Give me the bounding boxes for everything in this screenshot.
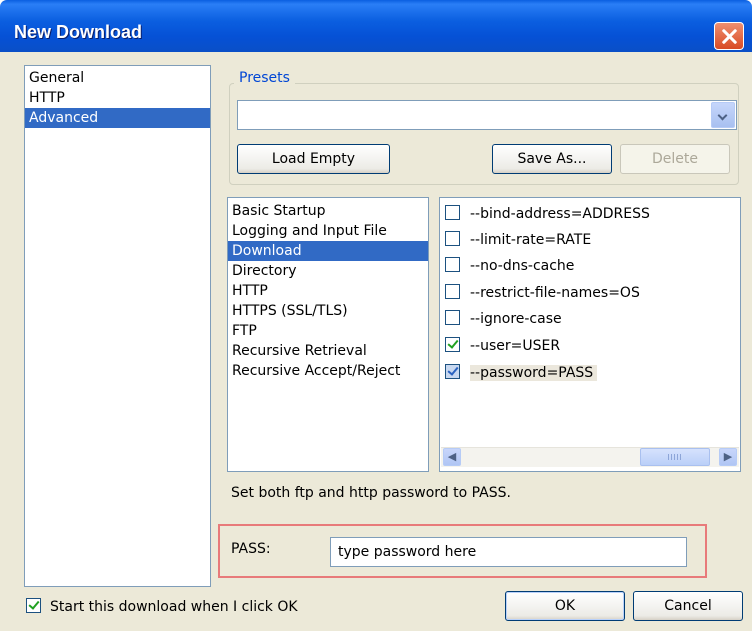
- start-download-option[interactable]: Start this download when I click OK: [26, 597, 298, 617]
- section-item-https[interactable]: HTTPS (SSL/TLS): [228, 301, 428, 321]
- option-label: --no-dns-cache: [470, 258, 575, 274]
- option-label: --restrict-file-names=OS: [470, 285, 640, 301]
- option-label: --user=USER: [470, 338, 561, 354]
- option-label: --password=PASS: [470, 365, 598, 381]
- pass-label: PASS:: [231, 541, 271, 557]
- option-bind-address[interactable]: --bind-address=ADDRESS: [445, 202, 735, 226]
- chevron-down-icon[interactable]: [711, 102, 735, 128]
- presets-legend: Presets: [234, 70, 295, 86]
- option-label: --bind-address=ADDRESS: [470, 206, 650, 222]
- section-item-download[interactable]: Download: [228, 241, 428, 261]
- option-ignore-case[interactable]: --ignore-case: [445, 307, 735, 331]
- start-download-checkbox[interactable]: [26, 598, 41, 613]
- start-download-label: Start this download when I click OK: [50, 599, 298, 615]
- option-label: --limit-rate=RATE: [470, 232, 592, 248]
- section-item-ftp[interactable]: FTP: [228, 321, 428, 341]
- arrow-right-icon[interactable]: ▶: [719, 448, 737, 466]
- section-item-http[interactable]: HTTP: [228, 281, 428, 301]
- option-checkbox[interactable]: [445, 310, 460, 325]
- load-empty-button[interactable]: Load Empty: [237, 144, 390, 174]
- new-download-dialog: New Download General HTTP Advanced Prese…: [0, 0, 752, 631]
- section-item-recursive-retrieval[interactable]: Recursive Retrieval: [228, 341, 428, 361]
- section-item-recursive-accept-reject[interactable]: Recursive Accept/Reject: [228, 361, 428, 381]
- arrow-left-icon[interactable]: ◀: [443, 448, 461, 466]
- option-checkbox[interactable]: [445, 257, 460, 272]
- pass-input[interactable]: [330, 537, 687, 567]
- save-as-button[interactable]: Save As...: [492, 144, 612, 174]
- presets-combo[interactable]: [237, 100, 737, 130]
- section-item-basic-startup[interactable]: Basic Startup: [228, 201, 428, 221]
- delete-button[interactable]: Delete: [620, 144, 730, 174]
- grip-icon: [668, 454, 682, 460]
- category-item-advanced[interactable]: Advanced: [25, 108, 210, 128]
- category-item-http[interactable]: HTTP: [25, 88, 210, 108]
- section-item-directory[interactable]: Directory: [228, 261, 428, 281]
- section-item-logging[interactable]: Logging and Input File: [228, 221, 428, 241]
- cancel-button[interactable]: Cancel: [633, 591, 743, 621]
- option-checkbox[interactable]: [445, 337, 460, 352]
- option-label: --ignore-case: [470, 311, 562, 327]
- option-checkbox[interactable]: [445, 364, 460, 379]
- option-description: Set both ftp and http password to PASS.: [231, 485, 511, 501]
- category-list[interactable]: General HTTP Advanced: [24, 65, 211, 587]
- ok-button[interactable]: OK: [505, 591, 625, 621]
- option-no-dns-cache[interactable]: --no-dns-cache: [445, 254, 735, 278]
- category-item-general[interactable]: General: [25, 68, 210, 88]
- option-limit-rate[interactable]: --limit-rate=RATE: [445, 228, 735, 252]
- option-checkbox[interactable]: [445, 205, 460, 220]
- option-checkbox[interactable]: [445, 284, 460, 299]
- section-list[interactable]: Basic Startup Logging and Input File Dow…: [227, 197, 429, 472]
- option-restrict-file-names[interactable]: --restrict-file-names=OS: [445, 281, 735, 305]
- dialog-title: New Download: [14, 22, 143, 42]
- title-bar[interactable]: New Download: [0, 0, 752, 52]
- option-checkbox[interactable]: [445, 231, 460, 246]
- option-user[interactable]: --user=USER: [445, 334, 735, 358]
- option-password[interactable]: --password=PASS: [445, 361, 735, 385]
- close-icon[interactable]: [714, 22, 744, 50]
